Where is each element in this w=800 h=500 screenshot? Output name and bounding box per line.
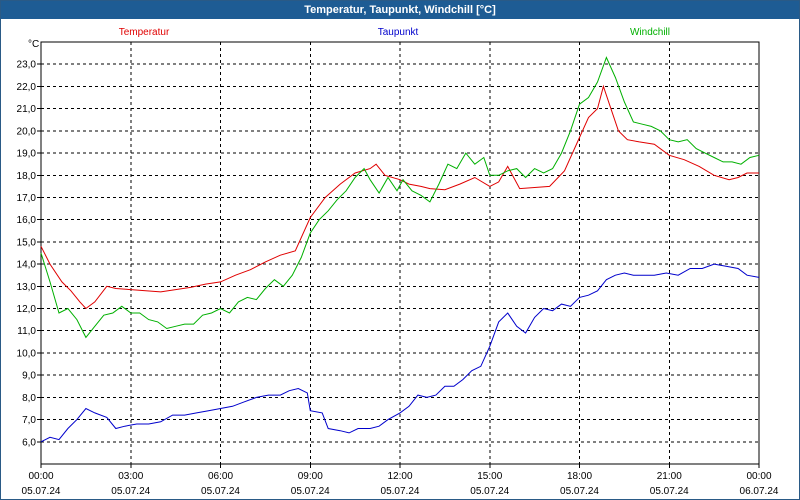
x-tick-date-label: 06.07.24 [740, 486, 779, 497]
y-tick-label: 20,0 [17, 126, 37, 137]
y-tick-label: 21,0 [17, 104, 37, 115]
y-tick-label: 22,0 [17, 82, 37, 93]
chart-area: 6,0 7,0 8,0 9,0 10,0 11,0 12,0 13,0 14,0 15,0 16,0… [17, 27, 779, 497]
y-tick-label: 12,0 [17, 304, 37, 315]
y-axis: 6,0 7,0 8,0 9,0 10,0 11,0 12,0 13,0 14,0 15,0 16,0… [17, 60, 41, 448]
y-tick-label: 17,0 [17, 193, 37, 204]
y-tick-label: 23,0 [17, 60, 37, 71]
y-tick-label: 16,0 [17, 215, 37, 226]
x-tick-time-label: 00:00 [746, 471, 771, 482]
legend-entry-windchill: Windchill [630, 27, 670, 38]
y-tick-label: 13,0 [17, 282, 37, 293]
x-tick-time-label: 03:00 [118, 471, 143, 482]
x-tick-date-label: 05.07.24 [291, 486, 330, 497]
x-tick-date-label: 05.07.24 [470, 486, 509, 497]
x-tick-time-label: 06:00 [208, 471, 233, 482]
x-tick-time-label: 00:00 [28, 471, 53, 482]
x-tick-time-label: 21:00 [657, 471, 682, 482]
legend-entry-temperatur: Temperatur [119, 27, 170, 38]
x-tick-time-label: 12:00 [387, 471, 412, 482]
y-tick-label: 15,0 [17, 237, 37, 248]
y-tick-label: 18,0 [17, 171, 37, 182]
x-tick-date-label: 05.07.24 [201, 486, 240, 497]
x-tick-time-label: 15:00 [477, 471, 502, 482]
x-tick-date-label: 05.07.24 [650, 486, 689, 497]
y-tick-label: 14,0 [17, 260, 37, 271]
x-tick-date-label: 05.07.24 [22, 486, 61, 497]
x-tick-date-label: 05.07.24 [381, 486, 420, 497]
x-tick-time-label: 18:00 [567, 471, 592, 482]
legend-entry-taupunkt: Taupunkt [378, 27, 419, 38]
y-tick-label: 19,0 [17, 149, 37, 160]
x-axis: 00:00 05.07.24 03:00 05.07.24 06:00 05.07.24 0… [22, 464, 779, 497]
x-tick-date-label: 05.07.24 [560, 486, 599, 497]
y-tick-label: 6,0 [22, 437, 36, 448]
y-tick-label: 10,0 [17, 348, 37, 359]
y-axis-unit-label: °C [28, 39, 39, 50]
y-tick-label: 7,0 [22, 415, 36, 426]
chart-window: Temperatur, Taupunkt, Windchill [°C] 6,0… [0, 0, 800, 500]
y-tick-label: 11,0 [17, 326, 36, 337]
y-tick-label: 8,0 [22, 393, 36, 404]
x-tick-time-label: 09:00 [298, 471, 323, 482]
y-tick-label: 9,0 [22, 371, 36, 382]
legend: Temperatur Taupunkt Windchill [119, 27, 670, 38]
x-tick-date-label: 05.07.24 [111, 486, 150, 497]
